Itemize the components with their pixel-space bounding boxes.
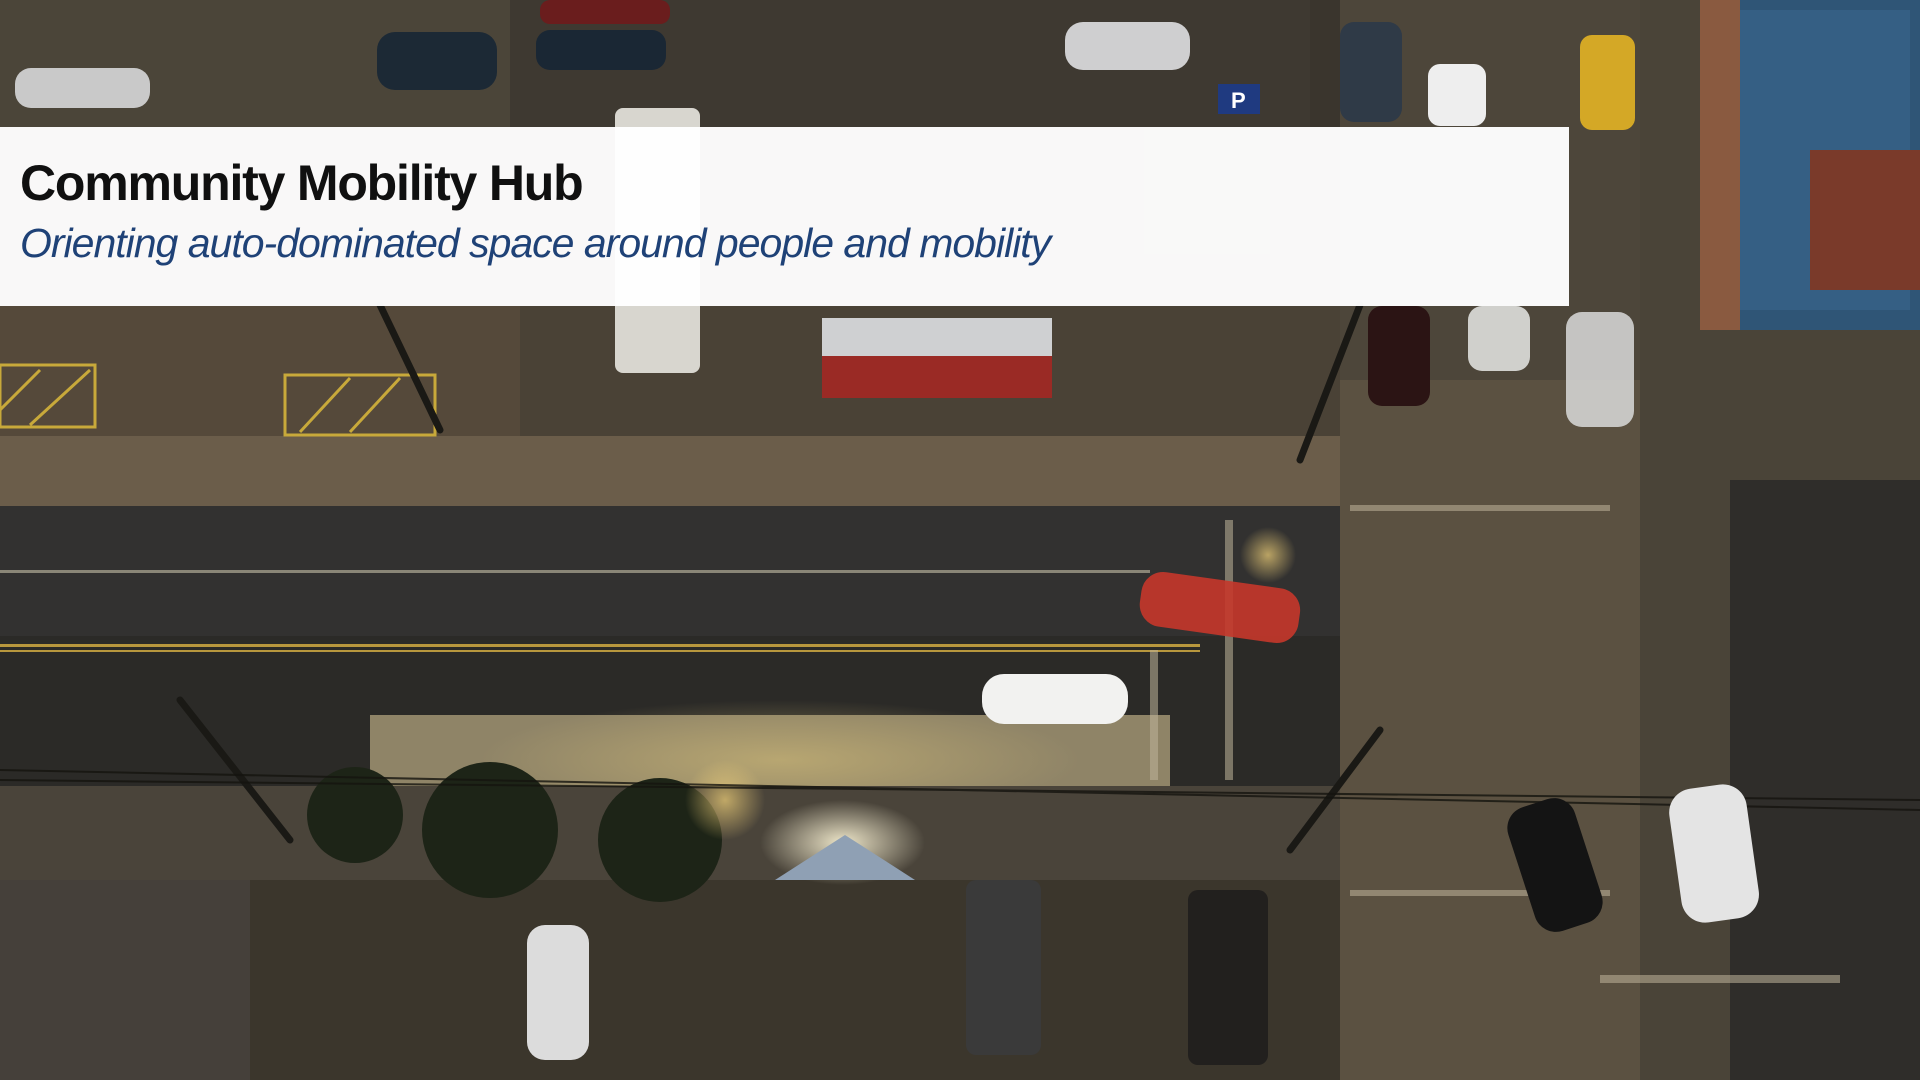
slide-subtitle: Orienting auto-dominated space around pe… — [20, 220, 1051, 266]
title-banner: Community Mobility Hub Orienting auto-do… — [0, 127, 1569, 306]
parking-sign-icon: P — [1231, 88, 1246, 113]
slide-title: Community Mobility Hub — [20, 155, 584, 211]
slide: P Community Mobility Hub Orienting auto-… — [0, 0, 1920, 1080]
